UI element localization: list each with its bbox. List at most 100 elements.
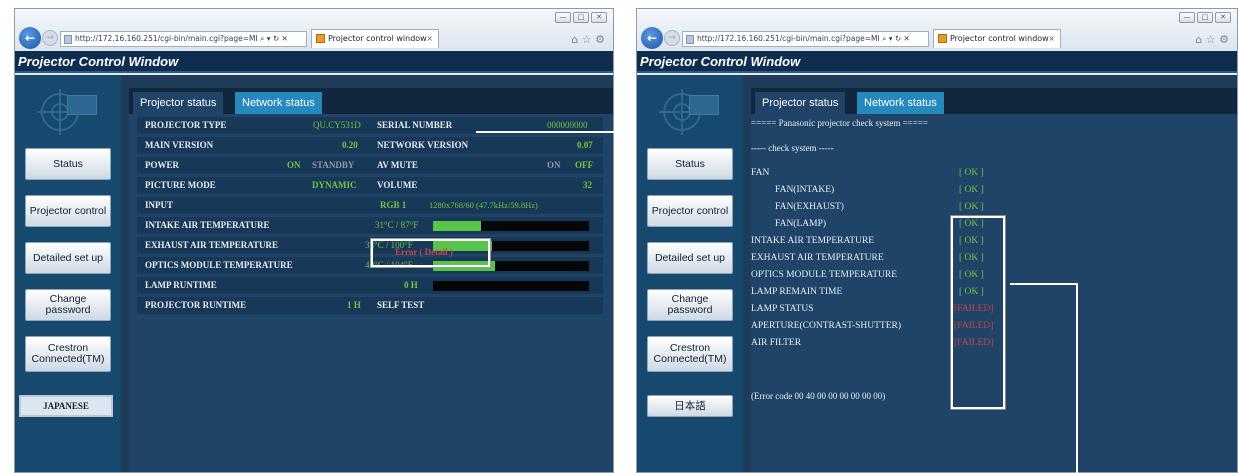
status-row: INPUT RGB 1 1280x768/60 (47.7kHz/59.8Hz) <box>137 197 603 214</box>
self-test-detail-link[interactable]: Error ( Detail ) <box>395 247 453 257</box>
input-value: RGB 1 <box>380 200 407 210</box>
maximize-icon[interactable]: □ <box>573 12 589 23</box>
av-mute-label: AV MUTE <box>377 160 418 170</box>
main-version-label: MAIN VERSION <box>145 140 214 150</box>
lamp-runtime-value: 0 H <box>404 280 418 290</box>
language-button[interactable]: JAPANESE <box>19 395 113 417</box>
tab-projector-status[interactable]: Projector status <box>133 92 224 114</box>
home-icon[interactable]: ⌂ <box>1195 33 1202 46</box>
nav-detailed-setup-button[interactable]: Detailed set up <box>647 242 733 274</box>
address-bar[interactable]: http://172.16.160.251/cgi-bin/main.cgi?p… <box>60 31 307 47</box>
power-label: POWER <box>145 160 180 170</box>
check-subheader: ----- check system ----- <box>751 143 834 153</box>
nav-crestron-button[interactable]: Crestron Connected(TM) <box>25 336 111 372</box>
tab-close-icon[interactable]: × <box>1048 30 1055 48</box>
check-item-label: LAMP STATUS <box>751 304 814 314</box>
browser-tab[interactable]: Projector control window × <box>933 29 1061 48</box>
check-item-label: FAN(EXHAUST) <box>775 202 844 212</box>
tab-title: Projector control window <box>328 34 427 43</box>
address-bar[interactable]: http://172.16.160.251/cgi-bin/main.cgi?p… <box>682 31 929 47</box>
check-item-label: FAN(INTAKE) <box>775 185 835 195</box>
check-item-result: [ OK ] <box>959 185 984 195</box>
status-row: INTAKE AIR TEMPERATURE 31°C / 87°F <box>137 217 603 234</box>
optics-temp-label: OPTICS MODULE TEMPERATURE <box>145 260 293 270</box>
input-signal-value: 1280x768/60 (47.7kHz/59.8Hz) <box>429 200 538 210</box>
projector-runtime-label: PROJECTOR RUNTIME <box>145 300 247 310</box>
nav-projector-control-button[interactable]: Projector control <box>25 195 111 227</box>
app-title: Projector Control Window <box>15 51 613 73</box>
forward-button[interactable]: → <box>42 30 58 46</box>
serial-number-label: SERIAL NUMBER <box>377 120 453 130</box>
tab-close-icon[interactable]: × <box>426 30 433 48</box>
check-item-label: FAN <box>751 168 770 178</box>
page-icon <box>64 34 72 44</box>
browser-chrome: — □ ✕ ← → http://172.16.160.251/cgi-bin/… <box>15 9 613 51</box>
favicon-icon <box>316 34 325 43</box>
callout-line <box>1076 283 1078 473</box>
check-item-result: [ OK ] <box>959 168 984 178</box>
address-text: http://172.16.160.251/cgi-bin/main.cgi?p… <box>75 34 258 43</box>
tab-projector-status[interactable]: Projector status <box>755 92 846 114</box>
status-row: POWER ON STANDBY AV MUTE ON OFF <box>137 157 603 174</box>
status-row: PROJECTOR RUNTIME 1 H SELF TEST <box>137 297 603 314</box>
nav-projector-control-button[interactable]: Projector control <box>647 195 733 227</box>
tab-network-status[interactable]: Network status <box>857 92 944 114</box>
check-system-panel: ===== Panasonic projector check system =… <box>751 114 1237 472</box>
close-icon[interactable]: ✕ <box>591 12 607 23</box>
intake-temp-fill <box>433 221 482 231</box>
callout-line <box>476 131 622 133</box>
settings-gear-icon[interactable]: ⚙ <box>595 33 605 46</box>
tab-bar: Projector status Network status <box>129 88 613 114</box>
back-button[interactable]: ← <box>19 27 41 49</box>
page-icon <box>686 34 694 44</box>
results-highlight <box>950 215 1006 410</box>
browser-chrome: — □ ✕ ← → http://172.16.160.251/cgi-bin/… <box>637 9 1237 51</box>
settings-gear-icon[interactable]: ⚙ <box>1219 33 1229 46</box>
nav-status-button[interactable]: Status <box>647 148 733 180</box>
app-title: Projector Control Window <box>637 51 1237 73</box>
language-button[interactable]: 日本語 <box>647 395 733 417</box>
projector-logo-icon <box>37 89 99 135</box>
check-item-result: [ OK ] <box>959 202 984 212</box>
main-version-value: 0.20 <box>342 140 358 150</box>
nav-status-button[interactable]: Status <box>25 148 111 180</box>
browser-tab[interactable]: Projector control window × <box>311 29 439 48</box>
nav-crestron-button[interactable]: Crestron Connected(TM) <box>647 336 733 372</box>
sidebar: Status Projector control Detailed set up… <box>15 75 121 472</box>
favicon-icon <box>938 34 947 43</box>
back-button[interactable]: ← <box>641 27 663 49</box>
status-row: MAIN VERSION 0.20 NETWORK VERSION 0.07 <box>137 137 603 154</box>
status-row: EXHAUST AIR TEMPERATURE 38°C / 100°F <box>137 237 603 254</box>
projector-logo-icon <box>659 89 721 135</box>
address-controls[interactable]: ⌕ ▾ ↻ ✕ <box>882 34 910 43</box>
lamp-runtime-label: LAMP RUNTIME <box>145 280 217 290</box>
browser-tools: ⌂ ☆ ⚙ <box>1195 33 1229 46</box>
sidebar: Status Projector control Detailed set up… <box>637 75 743 472</box>
forward-button[interactable]: → <box>664 30 680 46</box>
projector-type-value: QU.CY531D <box>313 120 361 130</box>
av-mute-on-value: ON <box>547 160 561 170</box>
nav-change-password-button[interactable]: Change password <box>647 289 733 321</box>
minimize-icon[interactable]: — <box>555 12 571 23</box>
tab-bar: Projector status Network status <box>751 88 1237 114</box>
favorites-star-icon[interactable]: ☆ <box>1206 33 1216 46</box>
nav-change-password-button[interactable]: Change password <box>25 289 111 321</box>
minimize-icon[interactable]: — <box>1179 12 1195 23</box>
browser-tools: ⌂ ☆ ⚙ <box>571 33 605 46</box>
volume-value: 32 <box>583 180 592 190</box>
error-code: (Error code 00 40 00 00 00 00 00 00) <box>751 391 886 401</box>
input-label: INPUT <box>145 200 174 210</box>
address-controls[interactable]: ⌕ ▾ ↻ ✕ <box>260 34 288 43</box>
favorites-star-icon[interactable]: ☆ <box>582 33 592 46</box>
nav-detailed-setup-button[interactable]: Detailed set up <box>25 242 111 274</box>
picture-mode-label: PICTURE MODE <box>145 180 216 190</box>
check-item-label: LAMP REMAIN TIME <box>751 287 843 297</box>
close-icon[interactable]: ✕ <box>1215 12 1231 23</box>
power-on-value: ON <box>287 160 301 170</box>
tab-network-status[interactable]: Network status <box>235 92 322 114</box>
check-item-label: OPTICS MODULE TEMPERATURE <box>751 270 898 280</box>
intake-temp-value: 31°C / 87°F <box>375 220 419 230</box>
home-icon[interactable]: ⌂ <box>571 33 578 46</box>
maximize-icon[interactable]: □ <box>1197 12 1213 23</box>
check-item-label: INTAKE AIR TEMPERATURE <box>751 236 875 246</box>
